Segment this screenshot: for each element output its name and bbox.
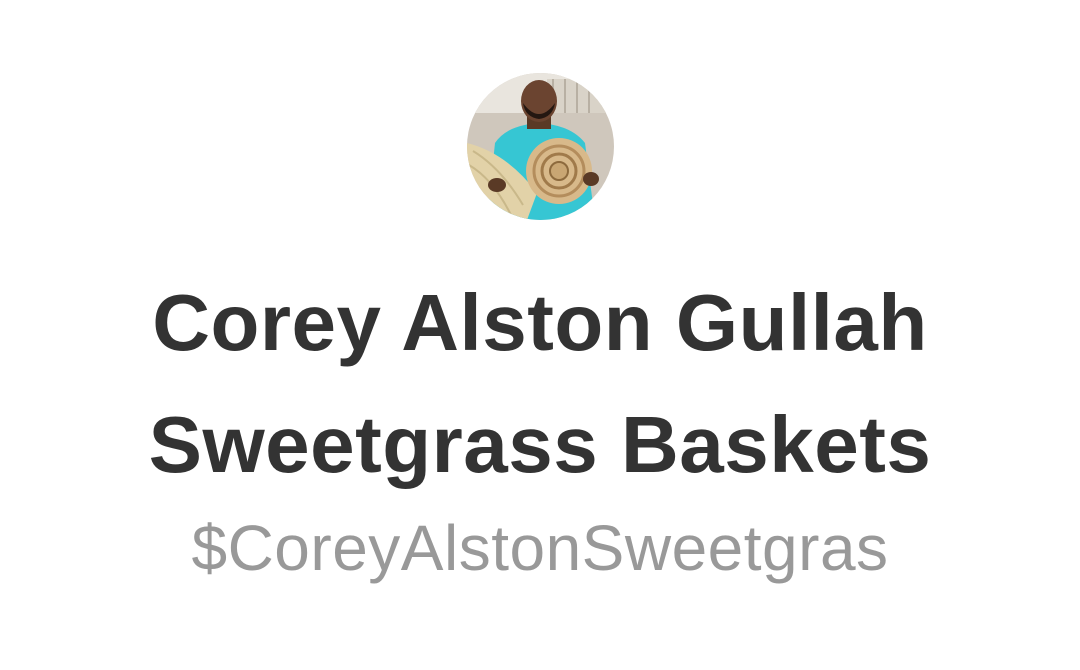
avatar[interactable] [467, 73, 614, 220]
avatar-photo [467, 73, 614, 220]
profile-page: Corey Alston Gullah Sweetgrass Baskets $… [0, 0, 1080, 670]
profile-name-line-2: Sweetgrass Baskets [148, 400, 932, 489]
profile-name-line-1: Corey Alston Gullah [152, 278, 928, 367]
profile-name: Corey Alston Gullah Sweetgrass Baskets [0, 262, 1080, 506]
cashtag: $CoreyAlstonSweetgras [191, 512, 889, 584]
